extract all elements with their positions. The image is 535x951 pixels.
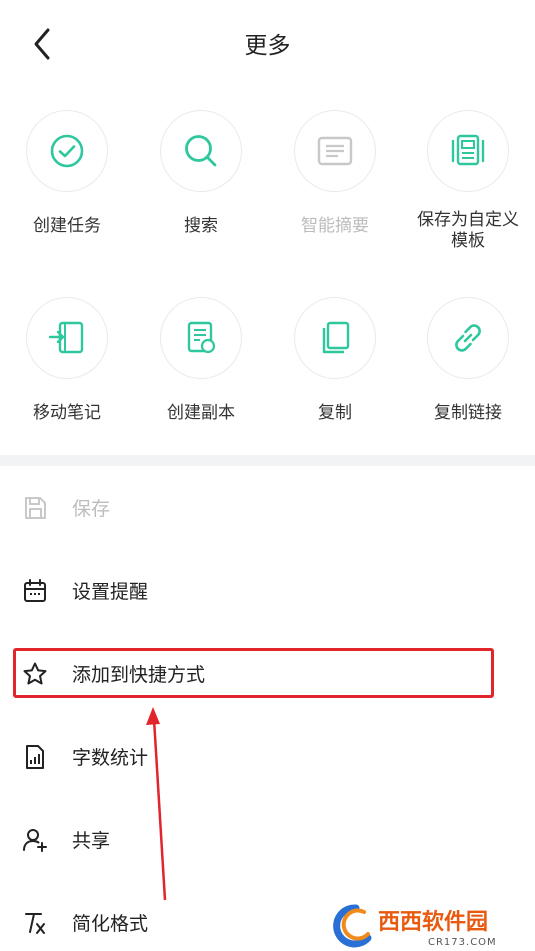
list-item-word-count[interactable]: 字数统计 [0, 715, 535, 797]
copy-label: 复制 [318, 403, 352, 423]
create-task-button[interactable] [26, 110, 108, 192]
create-copy-button[interactable] [160, 297, 242, 379]
watermark-logo: 西西软件园 CR173.COM [330, 898, 535, 951]
search-label: 搜索 [184, 216, 218, 236]
word-count-label: 字数统计 [72, 747, 149, 769]
duplicate-icon [187, 321, 216, 354]
create-task-label: 创建任务 [33, 216, 101, 236]
section-divider [0, 455, 535, 466]
grid-item-create-task[interactable]: 创建任务 [0, 110, 134, 237]
save-label: 保存 [72, 498, 111, 520]
set-reminder-label: 设置提醒 [72, 581, 149, 603]
header-bar: 更多 [0, 0, 535, 86]
grid-item-copy[interactable]: 复制 [268, 297, 402, 424]
watermark-site: CR173.COM [428, 937, 497, 948]
grid-item-move-note[interactable]: 移动笔记 [0, 297, 134, 424]
list-item-add-shortcut[interactable]: 添加到快捷方式 [0, 632, 535, 714]
word-count-icon [26, 745, 44, 769]
move-note-label: 移动笔记 [33, 403, 101, 423]
add-shortcut-label: 添加到快捷方式 [72, 664, 206, 686]
share-user-icon [23, 829, 47, 852]
save-template-button[interactable] [427, 110, 509, 192]
grid-item-search[interactable]: 搜索 [134, 110, 268, 237]
list-item-set-reminder[interactable]: 设置提醒 [0, 549, 535, 631]
watermark-brand: 西西软件园 [378, 909, 488, 935]
grid-item-save-template[interactable]: 保存为自定义 模板 [401, 110, 535, 252]
save-icon [25, 497, 46, 519]
grid-item-create-copy[interactable]: 创建副本 [134, 297, 268, 424]
grid-item-smart-summary[interactable]: 智能摘要 [268, 110, 402, 237]
list-item-save[interactable]: 保存 [0, 466, 535, 548]
check-circle-icon [50, 134, 84, 168]
clear-format-icon [25, 913, 45, 934]
share-label: 共享 [72, 830, 111, 852]
list-item-share[interactable]: 共享 [0, 798, 535, 880]
template-icon [451, 134, 485, 166]
link-icon [455, 324, 481, 352]
copy-link-label: 复制链接 [434, 403, 502, 423]
move-note-icon [48, 321, 84, 354]
simplify-format-label: 简化格式 [72, 913, 149, 935]
watermark-logo-icon: 西西软件园 CR173.COM [333, 904, 497, 948]
star-icon [23, 662, 47, 685]
move-note-button[interactable] [26, 297, 108, 379]
search-icon [185, 135, 217, 167]
create-copy-label: 创建副本 [167, 403, 235, 423]
copy-link-button[interactable] [427, 297, 509, 379]
copy-icon [322, 321, 350, 354]
copy-button[interactable] [294, 297, 376, 379]
search-button[interactable] [160, 110, 242, 192]
summary-icon [317, 136, 353, 166]
smart-summary-label: 智能摘要 [301, 216, 369, 236]
page-title: 更多 [244, 33, 291, 59]
save-template-label: 保存为自定义 模板 [417, 210, 519, 251]
grid-item-copy-link[interactable]: 复制链接 [401, 297, 535, 424]
calendar-icon [24, 579, 46, 602]
smart-summary-button[interactable] [294, 110, 376, 192]
